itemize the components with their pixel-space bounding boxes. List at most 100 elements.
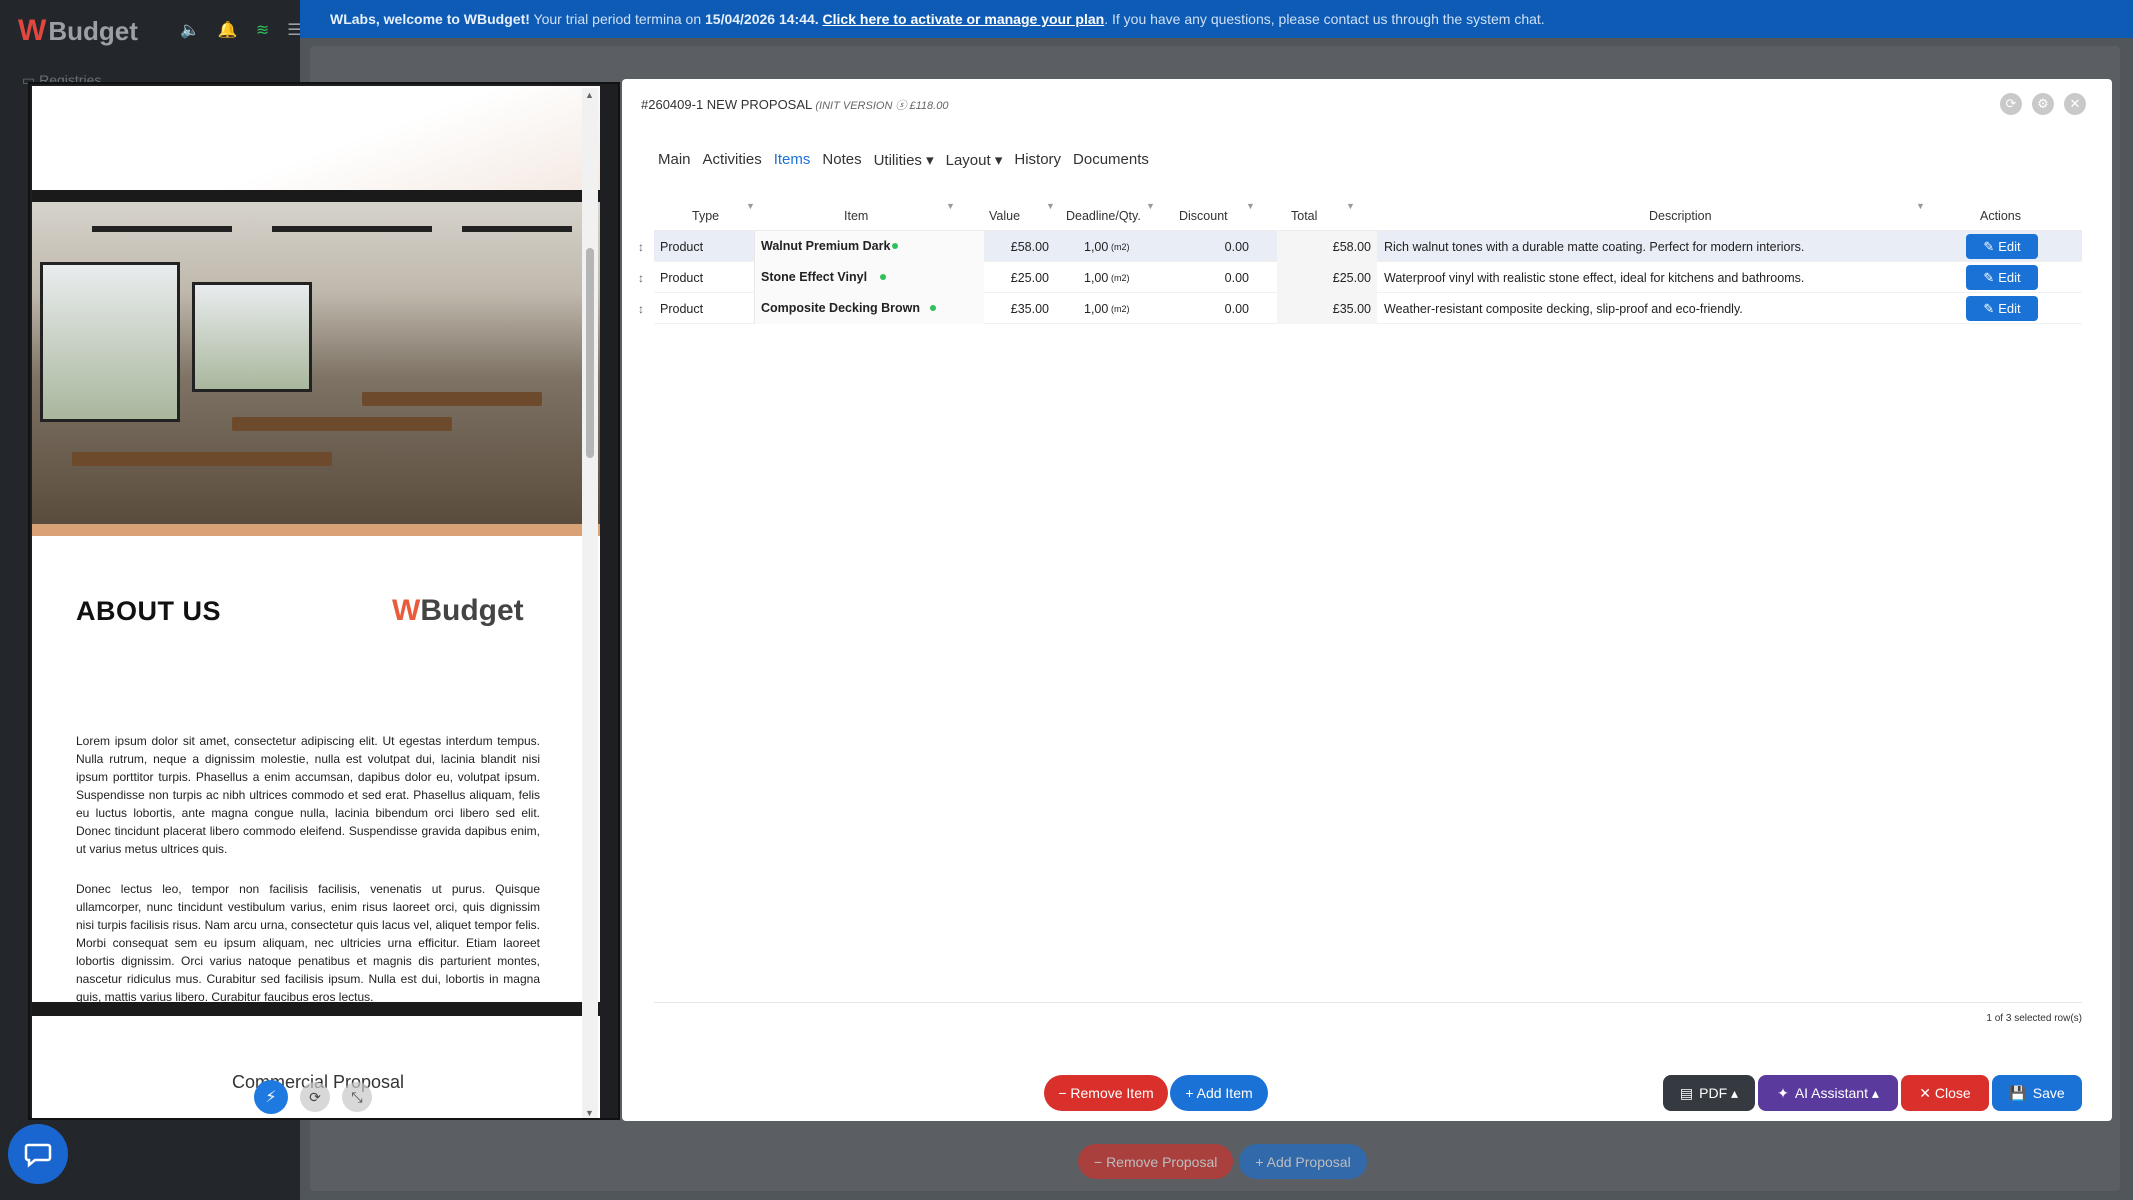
- file-icon: ▤: [1679, 1084, 1694, 1101]
- scroll-up-icon[interactable]: ▲: [585, 90, 594, 100]
- close-button[interactable]: ✕ Close: [1901, 1075, 1989, 1111]
- wifi-icon[interactable]: ≋: [256, 20, 269, 40]
- tab-notes[interactable]: Notes: [822, 151, 861, 169]
- status-dot: [892, 243, 898, 249]
- document-preview: ABOUT US WBudget Lorem ipsum dolor sit a…: [28, 82, 620, 1120]
- speaker-icon[interactable]: 🔈: [180, 20, 200, 40]
- edit-button[interactable]: ✎ Edit: [1966, 296, 2038, 321]
- preview-scrollbar[interactable]: ▲ ▼: [582, 88, 598, 1118]
- close-icon[interactable]: ✕: [2064, 93, 2086, 115]
- grid-footer: 1 of 3 selected row(s): [654, 1002, 2082, 1024]
- add-item-button[interactable]: + Add Item: [1170, 1075, 1268, 1111]
- filter-icon[interactable]: ▼: [1146, 201, 1155, 211]
- bell-icon[interactable]: 🔔: [218, 20, 238, 40]
- selected-count: 1 of 3 selected row(s): [1986, 1013, 2082, 1024]
- table-row[interactable]: ↕ Product Stone Effect Vinyl £25.00 1,00…: [638, 262, 2082, 293]
- item-description: Rich walnut tones with a durable matte c…: [1384, 240, 1805, 254]
- column-discount[interactable]: Discount: [1179, 209, 1228, 223]
- preview-tools: ⚡ ⟳ ⤡: [254, 1080, 372, 1114]
- column-value[interactable]: Value: [989, 209, 1020, 223]
- magic-wand-icon: ✦: [1777, 1084, 1789, 1101]
- edit-button[interactable]: ✎ Edit: [1966, 265, 2038, 290]
- column-item[interactable]: Item: [844, 209, 868, 223]
- ai-assistant-button[interactable]: ✦ AI Assistant ▴: [1758, 1075, 1898, 1111]
- status-dot: [880, 274, 886, 280]
- filter-icon[interactable]: ▼: [746, 201, 755, 211]
- modal-icons: ⟳ ⚙ ✕: [2000, 93, 2086, 115]
- add-proposal-button[interactable]: + Add Proposal: [1239, 1144, 1367, 1179]
- status-dot: [930, 305, 936, 311]
- column-actions: Actions: [1980, 209, 2021, 223]
- trial-banner: WLabs, welcome to WBudget! Your trial pe…: [300, 0, 2133, 38]
- activate-plan-link[interactable]: Click here to activate or manage your pl…: [823, 11, 1105, 27]
- photo-divider: [32, 524, 600, 536]
- drag-handle-icon[interactable]: ↕: [638, 271, 644, 285]
- filter-icon[interactable]: ▼: [1916, 201, 1925, 211]
- office-photo: [32, 202, 600, 524]
- item-description: Waterproof vinyl with realistic stone ef…: [1384, 271, 1805, 285]
- preview-page-2: ABOUT US WBudget Lorem ipsum dolor sit a…: [32, 202, 600, 1004]
- table-row[interactable]: ↕ Product Composite Decking Brown £35.00…: [638, 293, 2082, 324]
- about-title: ABOUT US: [76, 596, 221, 626]
- logo-word: Budget: [48, 15, 138, 46]
- banner-greeting: WLabs, welcome to WBudget!: [330, 11, 530, 27]
- filter-icon[interactable]: ▼: [1346, 201, 1355, 211]
- lightning-icon[interactable]: ⚡: [254, 1080, 288, 1114]
- grid-header: Type ▼ Item ▼ Value ▼ Deadline/Qty. ▼ Di…: [654, 201, 2082, 231]
- tab-history[interactable]: History: [1014, 151, 1061, 169]
- about-paragraph-1: Lorem ipsum dolor sit amet, consectetur …: [76, 734, 540, 856]
- about-logo: WBudget: [392, 594, 524, 627]
- edit-button[interactable]: ✎ Edit: [1966, 234, 2038, 259]
- refresh-icon[interactable]: ⟳: [300, 1082, 330, 1112]
- drag-handle-icon[interactable]: ↕: [638, 240, 644, 254]
- banner-text-end: . If you have any questions, please cont…: [1104, 11, 1545, 27]
- tab-utilities[interactable]: Utilities ▾: [874, 151, 934, 169]
- item-name: Walnut Premium Dark: [761, 239, 891, 253]
- item-name: Composite Decking Brown: [761, 301, 921, 315]
- scroll-down-icon[interactable]: ▼: [585, 1108, 594, 1118]
- top-icons: 🔈 🔔 ≋ ☰: [180, 20, 302, 40]
- tab-items[interactable]: Items: [774, 151, 811, 169]
- column-type[interactable]: Type: [692, 209, 719, 223]
- column-deadline[interactable]: Deadline/Qty.: [1066, 209, 1141, 223]
- filter-icon[interactable]: ▼: [1246, 201, 1255, 211]
- tab-layout[interactable]: Layout ▾: [946, 151, 1003, 169]
- floppy-icon: 💾: [2009, 1084, 2027, 1101]
- table-row[interactable]: ↕ Product Walnut Premium Dark £58.00 1,0…: [638, 231, 2082, 262]
- banner-date: 15/04/2026 14:44.: [705, 11, 819, 27]
- chat-button[interactable]: [8, 1124, 68, 1184]
- about-paragraph-2: Donec lectus leo, tempor non facilisis f…: [76, 882, 540, 1004]
- item-description: Weather-resistant composite decking, sli…: [1384, 302, 1743, 316]
- collapse-icon[interactable]: ⤡: [342, 1082, 372, 1112]
- settings-icon[interactable]: ⚙: [2032, 93, 2054, 115]
- column-total[interactable]: Total: [1291, 209, 1317, 223]
- column-description[interactable]: Description: [1649, 209, 1712, 223]
- scroll-thumb[interactable]: [586, 248, 594, 458]
- app-logo[interactable]: W Budget: [18, 14, 138, 48]
- remove-proposal-button[interactable]: − Remove Proposal: [1078, 1144, 1234, 1179]
- preview-page-1: [32, 86, 600, 190]
- save-button[interactable]: 💾 Save: [1992, 1075, 2082, 1111]
- items-grid: Type ▼ Item ▼ Value ▼ Deadline/Qty. ▼ Di…: [638, 201, 2082, 324]
- background-buttons: − Remove Proposal + Add Proposal: [1078, 1144, 1367, 1179]
- drag-handle-icon[interactable]: ↕: [638, 302, 644, 316]
- logo-mark: W: [18, 14, 46, 47]
- modal-tabs: Main Activities Items Notes Utilities ▾ …: [658, 151, 1149, 169]
- pdf-button[interactable]: ▤ PDF ▴: [1663, 1075, 1755, 1111]
- proposal-modal: #260409-1 NEW PROPOSAL (INIT VERSION ⓢ £…: [622, 79, 2112, 1121]
- banner-text: Your trial period termina on: [529, 11, 705, 27]
- tab-main[interactable]: Main: [658, 151, 691, 169]
- pencil-icon: ✎: [1983, 300, 1995, 316]
- preview-pages[interactable]: ABOUT US WBudget Lorem ipsum dolor sit a…: [32, 86, 600, 1118]
- tab-activities[interactable]: Activities: [703, 151, 762, 169]
- remove-item-button[interactable]: − Remove Item: [1044, 1075, 1168, 1111]
- modal-footer: − Remove Item + Add Item ▤ PDF ▴ ✦ AI Assi…: [622, 1075, 2112, 1115]
- tab-documents[interactable]: Documents: [1073, 151, 1149, 169]
- filter-icon[interactable]: ▼: [1046, 201, 1055, 211]
- item-name: Stone Effect Vinyl: [761, 270, 868, 284]
- pencil-icon: ✎: [1983, 269, 1995, 285]
- filter-icon[interactable]: ▼: [946, 201, 955, 211]
- pencil-icon: ✎: [1983, 238, 1995, 254]
- chat-icon: [24, 1143, 52, 1168]
- sync-icon[interactable]: ⟳: [2000, 93, 2022, 115]
